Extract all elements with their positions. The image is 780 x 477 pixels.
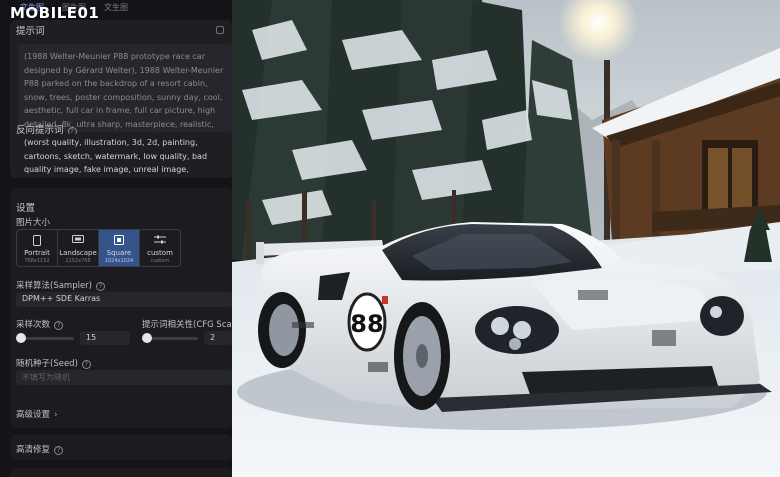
- size-name: Portrait: [24, 249, 50, 257]
- next-card: [10, 468, 232, 477]
- size-dim: 1152x768: [65, 258, 91, 264]
- help-icon[interactable]: ?: [54, 321, 64, 330]
- cfg-label: 提示词相关性(CFG Scale): [142, 318, 232, 330]
- cfg-slider-track[interactable]: [146, 337, 198, 340]
- help-icon[interactable]: ?: [81, 360, 91, 369]
- negative-prompt-input[interactable]: (worst quality, illustration, 3d, 2d, pa…: [18, 134, 232, 178]
- size-option-square[interactable]: Square 1024x1024: [99, 230, 140, 266]
- expand-icon[interactable]: [216, 26, 224, 34]
- help-icon[interactable]: ?: [54, 446, 64, 455]
- seed-label: 随机种子(Seed)?: [16, 357, 91, 369]
- size-dim: 1024x1024: [104, 258, 134, 264]
- cfg-label-text: 提示词相关性(CFG Scale): [142, 320, 232, 330]
- size-name: Square: [106, 249, 132, 257]
- car-number: 88: [350, 310, 383, 338]
- prompt-input[interactable]: (1988 Welter-Meunier P88 prototype race …: [18, 44, 232, 132]
- settings-panel: 文生图 图生图 文生图 MOBILE01 提示词 (1988 Welter-Me…: [0, 0, 232, 477]
- sliders-icon: [154, 235, 166, 244]
- portrait-icon: [33, 235, 41, 246]
- landscape-icon: [72, 235, 84, 243]
- steps-slider-track[interactable]: [18, 337, 74, 340]
- square-icon: [114, 235, 124, 245]
- steps-label-text: 采样次数: [16, 320, 51, 330]
- seed-label-text: 随机种子(Seed): [16, 359, 78, 369]
- steps-label: 采样次数?: [16, 318, 64, 330]
- steps-slider-thumb[interactable]: [15, 333, 26, 343]
- size-option-portrait[interactable]: Portrait 768x1152: [17, 230, 58, 266]
- cfg-input[interactable]: 2: [204, 331, 232, 345]
- chevron-right-icon: ›: [54, 410, 58, 420]
- image-size-selector: Portrait 768x1152 Landscape 1152x768 Squ…: [16, 229, 181, 267]
- prompt-title: 提示词: [16, 26, 45, 37]
- size-dim: 768x1152: [24, 258, 50, 264]
- size-dim: custom: [150, 258, 170, 264]
- hires-fix-toggle[interactable]: 高清修复?: [16, 443, 64, 455]
- advanced-settings-toggle[interactable]: 高级设置 ›: [16, 408, 58, 420]
- advanced-settings-label: 高级设置: [16, 410, 51, 420]
- steps-input[interactable]: 15: [80, 331, 130, 345]
- cfg-slider-thumb[interactable]: [142, 333, 153, 343]
- prompt-card: 提示词 (1988 Welter-Meunier P88 prototype r…: [10, 20, 232, 178]
- seed-input[interactable]: 不填写为随机: [16, 370, 232, 385]
- tab-text-to-image-2[interactable]: 文生图: [104, 2, 128, 13]
- hires-fix-label: 高清修复: [16, 445, 51, 455]
- size-name: custom: [147, 249, 173, 257]
- generated-image: 88: [232, 0, 780, 477]
- settings-title: 设置: [16, 203, 36, 214]
- sampler-label: 采样算法(Sampler)?: [16, 279, 105, 291]
- sampler-select[interactable]: DPM++ SDE Karras: [16, 292, 232, 307]
- brand-bar: 文生图 图生图 文生图 MOBILE01: [0, 0, 232, 22]
- size-name: Landscape: [59, 249, 97, 257]
- sampler-label-text: 采样算法(Sampler): [16, 281, 92, 291]
- image-size-label: 图片大小: [16, 218, 51, 228]
- size-option-landscape[interactable]: Landscape 1152x768: [58, 230, 99, 266]
- help-icon[interactable]: ?: [96, 282, 105, 291]
- size-option-custom[interactable]: custom custom: [140, 230, 180, 266]
